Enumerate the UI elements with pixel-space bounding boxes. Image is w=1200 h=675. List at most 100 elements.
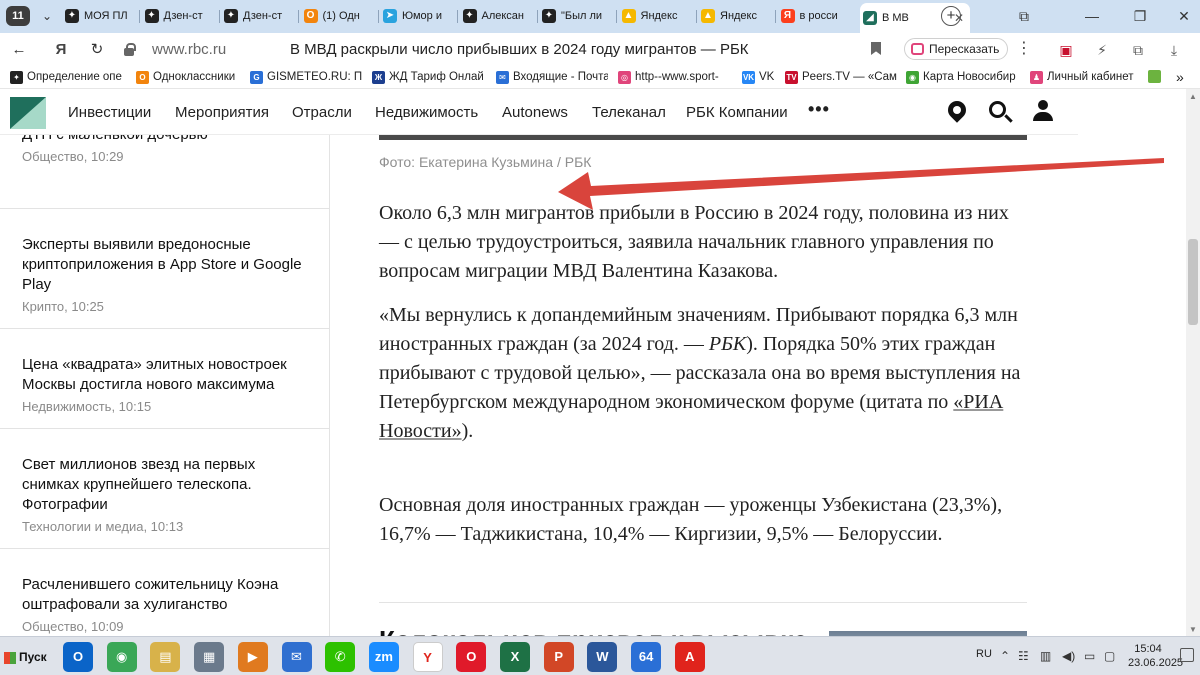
bookmark-extra-icon[interactable] — [1148, 68, 1165, 86]
battery-icon[interactable]: ▭ — [1084, 649, 1095, 663]
retell-button[interactable]: Пересказать — [904, 38, 1009, 60]
sidebar-news-item[interactable]: Эксперты выявили вредоносные криптоприло… — [0, 209, 329, 329]
media-player-icon[interactable]: ▶ — [237, 642, 268, 672]
tab-8[interactable]: ▲ Яндекс — [619, 5, 695, 27]
extension-puzzle-icon[interactable]: ⧉ — [1128, 40, 1148, 60]
acrobat-icon[interactable]: A — [674, 642, 705, 672]
maximize-button[interactable]: ❐ — [1128, 6, 1152, 26]
lock-icon[interactable] — [124, 43, 136, 56]
calculator-icon[interactable]: ▦ — [194, 642, 225, 672]
nav-item[interactable]: РБК Компании — [686, 104, 788, 121]
chrome-icon[interactable]: ◉ — [106, 642, 137, 672]
tray-chevron-icon[interactable]: ⌃ — [1000, 649, 1010, 663]
back-arrow-icon[interactable]: ← — [8, 39, 30, 61]
tab-1[interactable]: ✦ МОЯ ПЛ — [62, 5, 138, 27]
volume-icon[interactable]: ◀) — [1062, 649, 1075, 663]
tab-separator — [139, 10, 140, 23]
tab-separator — [298, 10, 299, 23]
file-manager-icon[interactable]: ▤ — [150, 642, 181, 672]
outlook-icon[interactable]: O — [63, 642, 93, 672]
tab-3[interactable]: ✦ Дзен-ст — [221, 5, 297, 27]
chat-icon[interactable]: ▢ — [1104, 649, 1115, 663]
tab-10[interactable]: Яв росси — [778, 5, 854, 27]
sidebar-news-item[interactable]: Расчленившего сожительницу Коэна оштрафо… — [0, 549, 329, 636]
bookmark-item[interactable]: ◉ Карта Новосибир — [906, 68, 1020, 86]
start-button[interactable]: Пуск — [2, 645, 48, 669]
nav-item[interactable]: Мероприятия — [175, 104, 269, 121]
url-page-title[interactable]: В МВД раскрыли число прибывших в 2024 го… — [290, 41, 749, 58]
system-clock[interactable]: 15:04 23.06.2025 — [1128, 642, 1183, 670]
word-icon[interactable]: W — [587, 642, 618, 672]
bookmark-item[interactable]: ✉ Входящие - Почта — [496, 68, 608, 86]
user-icon[interactable] — [1032, 100, 1054, 122]
rbc-logo-icon[interactable] — [10, 97, 46, 129]
new-tab-button[interactable]: + — [941, 6, 961, 26]
search-icon[interactable] — [989, 101, 1006, 118]
bookmark-item[interactable]: ✦ Определение опе — [10, 68, 128, 86]
tab-9[interactable]: ▲ Яндекс — [698, 5, 774, 27]
close-window-button[interactable]: ✕ — [1172, 6, 1196, 26]
mail-icon[interactable]: ✉ — [281, 642, 312, 672]
nav-item[interactable]: Инвестиции — [68, 104, 151, 121]
bookmark-item[interactable]: G GISMETEO.RU: По — [250, 68, 362, 86]
tab-5[interactable]: ➤ Юмор и — [380, 5, 456, 27]
scroll-down-icon[interactable]: ▼ — [1188, 625, 1198, 634]
notification-icon[interactable] — [1180, 648, 1194, 662]
scroll-up-icon[interactable]: ▲ — [1188, 92, 1198, 101]
sidebar-news-item[interactable]: Цена «квадрата» элитных новостроек Москв… — [0, 329, 329, 429]
powerpoint-icon[interactable]: P — [543, 642, 574, 672]
tab-7[interactable]: ✦ "Был ли — [539, 5, 615, 27]
download-icon[interactable]: ⤓ — [1164, 40, 1184, 60]
news-title[interactable]: Эксперты выявили вредоносные криптоприло… — [22, 235, 312, 295]
bookmarks-overflow-icon[interactable]: » — [1176, 68, 1184, 86]
tab-label: Дзен-ст — [163, 10, 203, 23]
tab-menu-icon[interactable]: ⧉ — [1012, 6, 1036, 26]
nav-more-button[interactable]: ••• — [808, 99, 830, 120]
url-domain[interactable]: www.rbc.ru — [152, 41, 226, 58]
network-icon[interactable]: ▥ — [1040, 649, 1051, 663]
paragraph-1: Около 6,3 млн мигрантов прибыли в Россию… — [379, 202, 1009, 282]
minimize-button[interactable]: — — [1080, 6, 1104, 26]
nav-item[interactable]: Недвижимость — [375, 104, 478, 121]
more-kebab-icon[interactable]: ⋮ — [1016, 41, 1032, 57]
excel-icon[interactable]: X — [500, 642, 530, 672]
tab-6[interactable]: ✦ Алексан — [460, 5, 536, 27]
zoom-icon[interactable]: zm — [368, 642, 399, 672]
scrollbar-thumb[interactable] — [1188, 239, 1198, 325]
bookmark-item[interactable]: О Одноклассники — [136, 68, 242, 86]
bookmark-item[interactable]: ♟ Личный кабинет — [1030, 68, 1140, 86]
news-title[interactable]: Цена «квадрата» элитных новостроек Москв… — [22, 355, 312, 395]
language-indicator[interactable]: RU — [976, 648, 992, 660]
news-title[interactable]: Расчленившего сожительницу Коэна оштрафо… — [22, 575, 312, 615]
extension-badge-icon[interactable]: ▣ — [1056, 40, 1076, 60]
next-article-headline[interactable]: Колокольцев призвал к вызывке — [379, 625, 808, 636]
bookmark-item[interactable]: TV Peers.TV — «Самы — [785, 68, 897, 86]
yandex-home-icon[interactable]: Я — [50, 39, 72, 61]
reload-icon[interactable]: ↻ — [86, 39, 108, 61]
tab-count-badge[interactable]: 11 — [6, 6, 30, 26]
news-title[interactable]: Свет миллионов звезд на первых снимках к… — [22, 455, 312, 515]
news-title[interactable]: Челябинская журналистка погибла в ДТП с … — [22, 135, 312, 145]
page-scrollbar[interactable]: ▲ ▼ — [1186, 89, 1200, 636]
sidebar-news-item[interactable]: Свет миллионов звезд на первых снимках к… — [0, 429, 329, 549]
paragraph-3: Основная доля иностранных граждан — урож… — [379, 494, 1003, 545]
location-pin-icon[interactable] — [944, 97, 970, 123]
tab-4[interactable]: О (1) Одн — [301, 5, 377, 27]
equalizer-icon[interactable]: ☷ — [1018, 649, 1029, 663]
nav-item[interactable]: Телеканал — [592, 104, 666, 121]
wechat-icon[interactable]: ✆ — [325, 642, 356, 672]
bookmark-item[interactable]: Ж ЖД Тариф Онлай — [372, 68, 488, 86]
yandex-browser-icon[interactable]: Y — [412, 642, 443, 672]
extension-dragon-icon[interactable]: ⚡ — [1092, 40, 1112, 60]
sidebar-news-item[interactable]: Челябинская журналистка погибла в ДТП с … — [0, 135, 329, 209]
opera-icon[interactable]: O — [456, 642, 487, 672]
bookmark-item[interactable]: VK VK — [742, 68, 778, 86]
nav-item[interactable]: Отрасли — [292, 104, 352, 121]
nav-item[interactable]: Autonews — [502, 104, 568, 121]
bookmark-icon[interactable] — [871, 42, 881, 55]
tab-list-chevron-icon[interactable]: ⌄ — [36, 5, 58, 27]
win64-icon[interactable]: 64 — [631, 642, 662, 672]
bookmark-item[interactable]: ◎ http--www.sport- — [618, 68, 734, 86]
tab-2[interactable]: ✦ Дзен-ст — [142, 5, 218, 27]
bookmark-label: Входящие - Почта — [513, 71, 608, 83]
